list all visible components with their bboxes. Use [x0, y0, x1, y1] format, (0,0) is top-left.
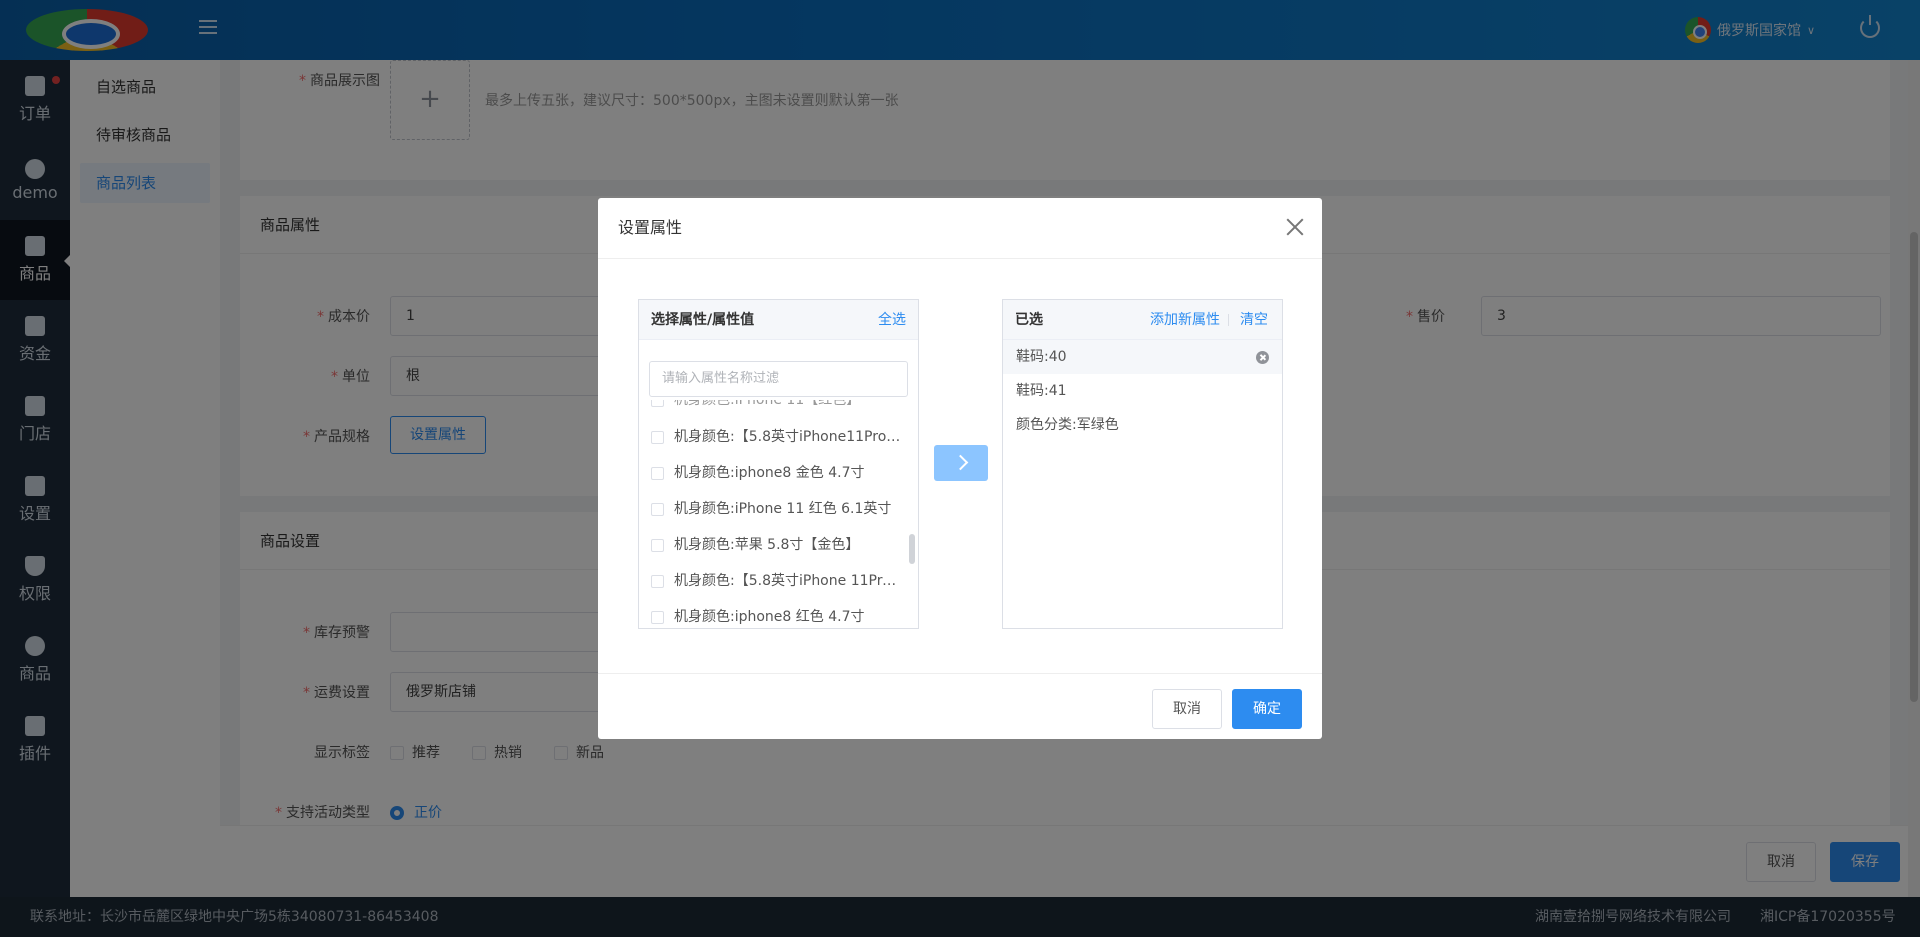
close-icon[interactable]	[1286, 218, 1304, 236]
selected-item[interactable]: 颜色分类:军绿色	[1003, 408, 1282, 442]
selected-item[interactable]: 鞋码:41	[1003, 374, 1282, 408]
list-item[interactable]: 机身颜色:iphone8 金色 4.7寸	[651, 463, 901, 483]
select-all-link[interactable]: 全选	[878, 300, 906, 340]
selected-item-label: 鞋码:40	[1016, 349, 1067, 365]
dialog-header: 设置属性	[598, 198, 1322, 259]
list-item[interactable]: 机身颜色:【5.8英寸iPhone11Pro深空灰色】	[651, 427, 901, 447]
attribute-filter-input[interactable]: 请输入属性名称过滤	[649, 361, 908, 397]
selected-attributes-panel: 已选 添加新属性 清空 鞋码:40 鞋码:41 颜色分类:军绿色	[1002, 299, 1283, 629]
add-attribute-link[interactable]: 添加新属性	[1150, 300, 1220, 340]
clear-link[interactable]: 清空	[1240, 300, 1268, 340]
dialog-title: 设置属性	[618, 218, 683, 237]
selected-item-label: 鞋码:41	[1016, 383, 1067, 399]
list-item[interactable]: 机身颜色:【5.8英寸iPhone 11Pro金色】	[651, 571, 901, 591]
list-item[interactable]: 机身颜色:iphone8 红色 4.7寸	[651, 607, 901, 627]
source-panel-header: 选择属性/属性值 全选	[639, 300, 918, 340]
list-item[interactable]: 机身颜色:苹果 5.8寸【金色】	[651, 535, 901, 555]
list-item[interactable]: 机身颜色:iPhone 11 红色 6.1英寸	[651, 499, 901, 519]
set-attributes-dialog: 设置属性 选择属性/属性值 全选 请输入属性名称过滤 机身颜色:iPhone 1…	[598, 198, 1322, 739]
selected-item-label: 颜色分类:军绿色	[1016, 417, 1119, 433]
divider	[1228, 314, 1229, 326]
source-panel-title: 选择属性/属性值	[651, 312, 755, 328]
move-right-button[interactable]	[934, 445, 988, 481]
dialog-footer: 取消 确定	[598, 673, 1322, 739]
attribute-source-panel: 选择属性/属性值 全选 请输入属性名称过滤 机身颜色:iPhone 11【红色】…	[638, 299, 919, 629]
attribute-option-list: 机身颜色:iPhone 11【红色】 机身颜色:【5.8英寸iPhone11Pr…	[639, 400, 907, 628]
list-scrollbar[interactable]	[909, 534, 915, 564]
dialog-cancel-button[interactable]: 取消	[1152, 689, 1222, 729]
selected-panel-header: 已选 添加新属性 清空	[1003, 300, 1282, 340]
selected-item[interactable]: 鞋码:40	[1003, 340, 1282, 374]
list-item[interactable]: 机身颜色:iPhone 11【红色】	[651, 400, 901, 410]
dialog-confirm-button[interactable]: 确定	[1232, 689, 1302, 729]
remove-icon[interactable]	[1256, 351, 1269, 364]
selected-panel-title: 已选	[1015, 312, 1043, 328]
